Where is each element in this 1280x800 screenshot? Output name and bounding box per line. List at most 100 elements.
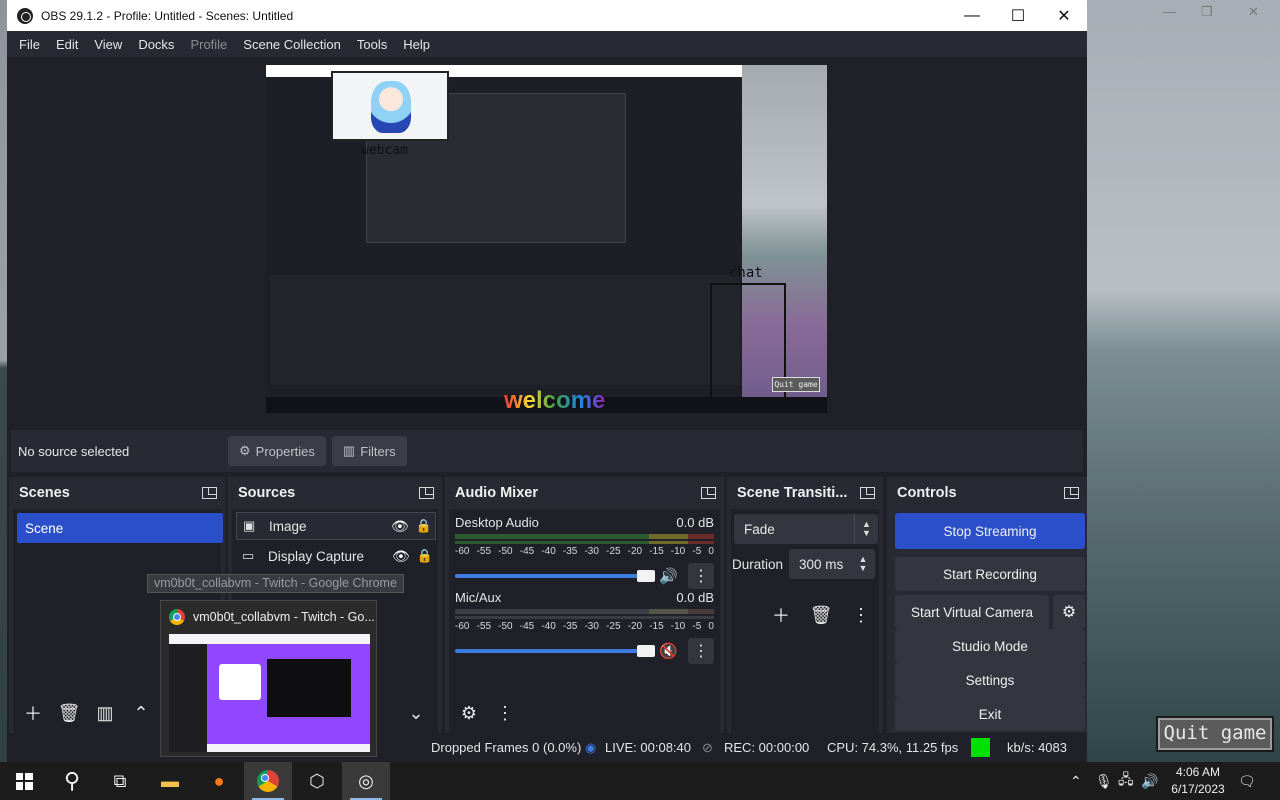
undock-icon[interactable] [1064,487,1079,499]
filter-icon: ▥ [342,443,356,458]
virtual-camera-gear-icon[interactable]: ⚙ [1053,595,1085,629]
minimize-button[interactable]: — [949,0,995,31]
connection-indicator [971,738,990,757]
menu-view[interactable]: View [86,37,130,52]
channel-name: Desktop Audio [455,515,539,530]
scene-item[interactable]: Scene [17,513,223,543]
close-button[interactable]: ✕ [1041,0,1087,31]
move-up-icon[interactable]: ⌃ [127,699,155,727]
app-cube-icon[interactable]: ⬡ [293,762,341,800]
start-recording-button[interactable]: Start Recording [895,557,1085,591]
menu-help[interactable]: Help [395,37,438,52]
properties-button[interactable]: ⚙ Properties [228,436,326,466]
undock-icon[interactable] [860,487,875,499]
volume-slider[interactable] [455,645,655,657]
studio-mode-button[interactable]: Studio Mode [895,629,1085,663]
menu-scene-collection[interactable]: Scene Collection [235,37,349,52]
monitor-icon: ▭ [242,548,255,563]
filters-label: Filters [360,443,396,459]
thumb-card [219,664,261,700]
properties-label: Properties [255,443,315,459]
live-icon: ◉ [585,740,597,755]
add-scene-icon[interactable]: ＋ [19,699,47,727]
chevron-up-icon[interactable]: ⌃ [1070,762,1082,800]
duration-spinbox[interactable]: 300 ms ▲ ▼ [789,549,875,579]
chrome-taskbar-icon[interactable] [244,762,292,800]
source-name: Display Capture [268,548,365,564]
scene-filters-icon[interactable]: ▥ [91,699,119,727]
obs-taskbar-icon[interactable]: ◎ [342,762,390,800]
volume-slider[interactable] [455,570,655,582]
volume-icon[interactable]: 🔊 [1141,762,1158,800]
chrome-thumbnail-popup[interactable]: vm0b0t_collabvm - Twitch - Go... [160,600,377,757]
remove-scene-icon[interactable]: 🗑 [55,699,83,727]
channel-name: Mic/Aux [455,590,502,605]
transition-menu-icon[interactable]: ⋮ [847,601,875,629]
undock-icon[interactable] [202,487,217,499]
controls-title: Controls [897,485,957,501]
slider-knob[interactable] [637,570,655,582]
start-virtual-camera-button[interactable]: Start Virtual Camera [895,595,1049,629]
undock-icon[interactable] [419,487,434,499]
eye-icon[interactable]: 👁 [392,548,414,565]
menu-profile[interactable]: Profile [182,37,235,52]
add-transition-icon[interactable]: ＋ [767,601,795,629]
volume-meter [455,609,714,614]
advanced-audio-gear-icon[interactable]: ⚙ [455,699,483,727]
transition-select[interactable]: Fade ▲ ▼ [734,514,878,544]
speaker-muted-icon[interactable]: 🔇 [659,642,678,660]
lock-icon[interactable]: 🔒 [414,548,436,564]
audio-mixer-title: Audio Mixer [455,485,538,501]
source-row-image[interactable]: ▣ Image 👁 🔒 [236,512,436,540]
remove-transition-icon[interactable]: 🗑 [807,601,835,629]
file-explorer-icon[interactable]: ▬ [146,762,194,800]
menu-docks[interactable]: Docks [130,37,182,52]
menu-tools[interactable]: Tools [349,37,395,52]
stop-streaming-button[interactable]: Stop Streaming [895,513,1085,549]
filters-button[interactable]: ▥ Filters [331,436,407,466]
start-button[interactable] [0,762,48,800]
bitrate: kb/s: 4083 [1007,740,1067,755]
webcam-label: webcam [361,143,408,158]
exit-button[interactable]: Exit [895,697,1085,731]
speaker-icon[interactable]: 🔊 [659,567,678,585]
preview-nested-panels [270,275,740,385]
lock-icon[interactable]: 🔒 [413,518,435,534]
transitions-body: Fade ▲ ▼ Duration 300 ms ▲ ▼ ＋ 🗑 ⋮ [731,509,879,733]
notifications-icon[interactable]: 🗨 [1238,762,1256,800]
mixer-menu-icon[interactable]: ⋮ [491,699,519,727]
game-background: — ❐ ✕ [1087,0,1280,762]
chrome-thumbnail[interactable] [169,634,370,752]
spin-arrows-icon: ▲ ▼ [854,514,878,544]
chrome-icon [169,609,185,625]
eye-icon[interactable]: 👁 [391,518,413,535]
meter-scale: -60 -55 -50 -45 -40 -35 -30 -25 -20 -15 -10 -5 0 [455,621,714,632]
more-options-icon[interactable]: ⋮ [688,638,714,664]
scenes-title: Scenes [19,485,70,501]
firefox-icon[interactable]: ● [195,762,243,800]
menu-edit[interactable]: Edit [48,37,86,52]
network-icon[interactable]: 🖧 [1118,762,1134,800]
windows-logo-icon [15,772,33,790]
search-icon[interactable]: ⚲ [48,762,96,800]
dropped-frames: Dropped Frames 0 (0.0%) [431,740,582,755]
settings-button[interactable]: Settings [895,663,1085,697]
menu-file[interactable]: File [11,37,48,52]
chrome-tooltip: vm0b0t_collabvm - Twitch - Google Chrome [147,574,404,593]
slider-knob[interactable] [637,645,655,657]
spin-arrows-icon: ▲ ▼ [858,554,868,573]
quit-game-button[interactable]: Quit game [1156,716,1274,752]
duration-label: Duration [732,557,784,572]
gear-icon: ⚙ [239,443,251,458]
preview-canvas[interactable]: webcam chat Quit game welcome [266,65,827,413]
maximize-button[interactable]: ☐ [995,0,1041,31]
undock-icon[interactable] [701,487,716,499]
microphone-icon[interactable]: 🎙 [1095,762,1113,800]
controls-dock: Controls Stop Streaming Start Recording … [887,477,1087,733]
chevron-down-icon[interactable]: ⌄ [402,699,430,727]
more-options-icon[interactable]: ⋮ [688,563,714,589]
source-row-display-capture[interactable]: ▭ Display Capture 👁 🔒 [236,542,436,570]
task-view-icon[interactable]: ⧉ [96,762,144,800]
rec-time: REC: 00:00:00 [724,740,810,755]
clock[interactable]: 4:06 AM 6/17/2023 [1162,764,1234,798]
